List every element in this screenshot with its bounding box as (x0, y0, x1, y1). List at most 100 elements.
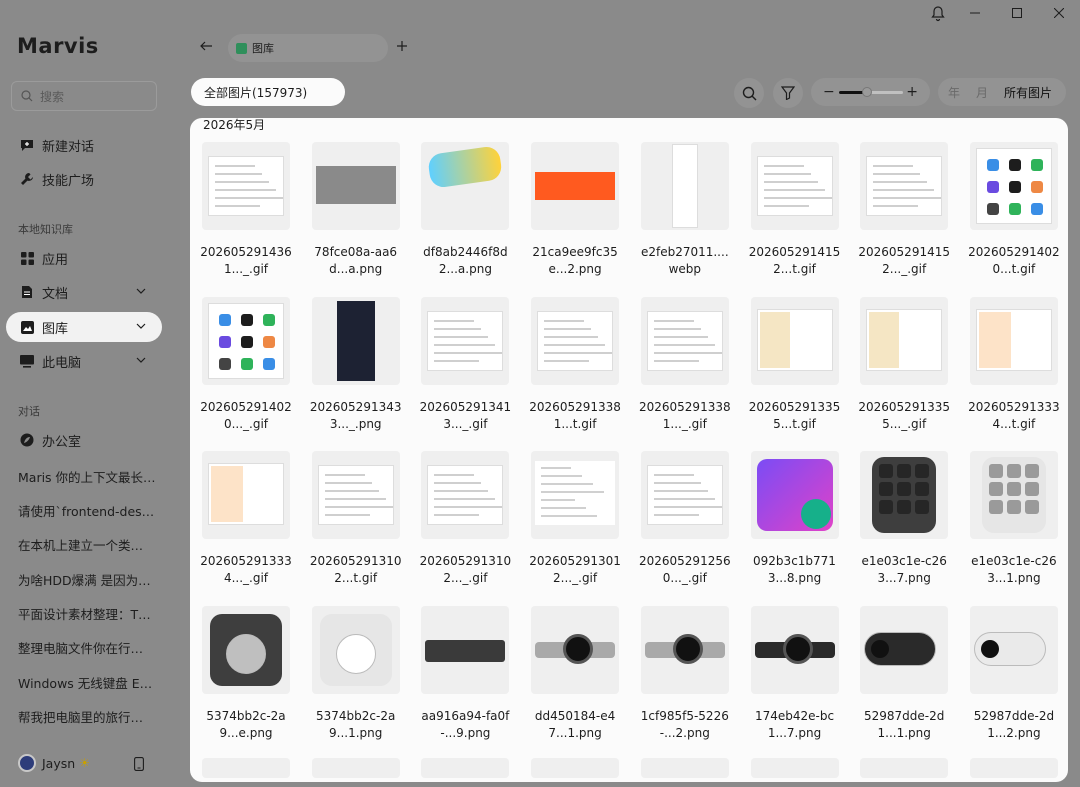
image-tile-partial[interactable] (969, 758, 1058, 778)
filter-year[interactable]: 年 (948, 84, 960, 101)
image-thumbnail[interactable] (311, 605, 400, 694)
image-thumbnail[interactable] (531, 605, 620, 694)
image-tile[interactable]: 202605291338 1...t.gif (529, 296, 621, 433)
conversation-item[interactable]: Maris 你的上下文最长… (18, 467, 168, 486)
image-thumbnail[interactable] (750, 451, 839, 539)
image-tile[interactable]: df8ab2446f8d 2...a.png (421, 142, 510, 278)
image-tile[interactable]: 092b3c1b771 3...8.png (750, 451, 839, 587)
image-thumbnail[interactable] (860, 142, 949, 230)
image-tile[interactable]: 202605291415 2..._.gif (858, 142, 950, 278)
image-thumbnail[interactable] (202, 451, 290, 539)
image-tile[interactable]: aa916a94-fa0f -...9.png (421, 605, 510, 742)
image-tile-partial[interactable] (640, 758, 729, 778)
nav-this-pc[interactable]: 此电脑 (6, 346, 162, 376)
image-tile[interactable]: 202605291341 3..._.gif (420, 296, 511, 433)
image-tile[interactable]: 5374bb2c-2a 9...e.png (202, 605, 290, 742)
maximize-icon[interactable] (996, 0, 1038, 26)
conversation-item[interactable]: 为啥HDD爆满 是因为… (18, 570, 168, 589)
filter-month[interactable]: 月 (976, 84, 988, 101)
image-tile[interactable]: 202605291310 2..._.gif (420, 451, 511, 587)
search-icon[interactable] (734, 78, 764, 108)
image-tile-partial[interactable] (311, 758, 400, 778)
notification-bell-icon[interactable] (926, 4, 950, 24)
conversation-item[interactable]: 在本机上建立一个类… (18, 535, 168, 554)
image-tile[interactable]: 21ca9ee9fc35 e...2.png (531, 142, 620, 278)
filter-icon[interactable] (773, 78, 803, 108)
zoom-out-icon[interactable]: − (823, 84, 835, 100)
image-tile-partial[interactable] (421, 758, 510, 778)
minimize-icon[interactable] (954, 0, 996, 26)
nav-skills[interactable]: 技能广场 (6, 164, 162, 194)
image-thumbnail[interactable] (640, 142, 729, 230)
image-tile[interactable]: 202605291415 2...t.gif (749, 142, 840, 278)
image-tile[interactable]: e1e03c1e-c26 3...7.png (860, 451, 949, 587)
image-thumbnail[interactable] (969, 142, 1058, 230)
filter-all-pictures[interactable]: 所有图片 (1004, 84, 1052, 101)
image-thumbnail[interactable] (421, 296, 510, 385)
chevron-down-icon[interactable] (136, 285, 146, 300)
image-thumbnail[interactable] (860, 296, 949, 385)
image-thumbnail[interactable] (531, 142, 620, 230)
conversation-item[interactable]: Windows 无线键盘 E… (18, 673, 168, 692)
all-images-button[interactable]: 全部图片(157973) (191, 78, 345, 106)
image-thumbnail[interactable] (202, 605, 290, 694)
image-thumbnail[interactable] (969, 296, 1058, 385)
conversation-item[interactable]: 平面设计素材整理：T… (18, 604, 168, 623)
image-thumbnail[interactable] (311, 451, 400, 539)
image-thumbnail[interactable] (311, 142, 400, 230)
conversation-item[interactable]: 帮我把电脑里的旅行… (18, 707, 168, 726)
nav-office[interactable]: 办公室 (6, 425, 162, 455)
image-tile[interactable]: 202605291301 2..._.gif (529, 451, 621, 587)
image-thumbnail[interactable] (531, 296, 620, 385)
zoom-slider-handle[interactable] (862, 86, 873, 97)
image-tile[interactable]: 202605291333 4...t.gif (968, 296, 1060, 433)
back-arrow-icon[interactable] (200, 39, 212, 55)
image-tile[interactable]: e2feb27011.... webp (640, 142, 729, 278)
image-tile[interactable]: 52987dde-2d 1...1.png (860, 605, 949, 742)
image-thumbnail[interactable] (860, 605, 949, 694)
image-thumbnail[interactable] (202, 142, 290, 230)
image-tile[interactable]: 174eb42e-bc 1...7.png (750, 605, 839, 742)
image-tile[interactable]: 202605291310 2...t.gif (310, 451, 402, 587)
image-tile[interactable]: 202605291333 4..._.gif (200, 451, 292, 587)
image-tile[interactable]: 5374bb2c-2a 9...1.png (311, 605, 400, 742)
nav-new-chat[interactable]: 新建对话 (6, 130, 162, 160)
nav-docs[interactable]: 文档 (6, 277, 162, 307)
image-tile[interactable]: 1cf985f5-5226 -...2.png (640, 605, 729, 742)
tab-gallery[interactable]: 图库 (228, 34, 388, 62)
image-thumbnail[interactable] (969, 605, 1058, 694)
image-thumbnail[interactable] (640, 605, 729, 694)
image-tile[interactable]: 202605291343 3..._.png (310, 296, 402, 433)
search-input[interactable]: 搜索 (11, 81, 157, 111)
image-tile[interactable]: 202605291335 5..._.gif (858, 296, 950, 433)
image-thumbnail[interactable] (750, 296, 839, 385)
nav-apps[interactable]: 应用 (6, 243, 162, 273)
image-thumbnail[interactable] (750, 142, 839, 230)
image-thumbnail[interactable] (860, 451, 949, 539)
image-thumbnail[interactable] (531, 451, 620, 539)
image-thumbnail[interactable] (311, 296, 400, 385)
user-profile[interactable]: Jaysn ☀ (18, 754, 90, 772)
image-thumbnail[interactable] (421, 142, 510, 230)
image-tile-partial[interactable] (202, 758, 290, 778)
conversation-item[interactable]: 请使用`frontend-des… (18, 501, 168, 520)
image-tile-partial[interactable] (750, 758, 839, 778)
image-tile[interactable]: e1e03c1e-c26 3...1.png (969, 451, 1058, 587)
chevron-down-icon[interactable] (136, 354, 146, 369)
image-thumbnail[interactable] (421, 451, 510, 539)
image-tile[interactable]: 202605291436 1..._.gif (200, 142, 292, 278)
new-tab-plus-icon[interactable] (397, 37, 407, 55)
zoom-slider[interactable] (838, 86, 903, 97)
image-thumbnail[interactable] (202, 296, 290, 385)
image-thumbnail[interactable] (640, 451, 729, 539)
image-thumbnail[interactable] (640, 296, 729, 385)
image-tile[interactable]: 202605291256 0..._.gif (639, 451, 731, 587)
close-icon[interactable] (1038, 0, 1080, 26)
image-thumbnail[interactable] (421, 605, 510, 694)
image-tile[interactable]: 78fce08a-aa6 d...a.png (311, 142, 400, 278)
image-tile-partial[interactable] (860, 758, 949, 778)
conversation-item[interactable]: 整理电脑文件你在行… (18, 638, 168, 657)
zoom-in-icon[interactable]: + (906, 84, 918, 100)
image-tile[interactable]: dd450184-e4 7...1.png (531, 605, 620, 742)
image-thumbnail[interactable] (750, 605, 839, 694)
